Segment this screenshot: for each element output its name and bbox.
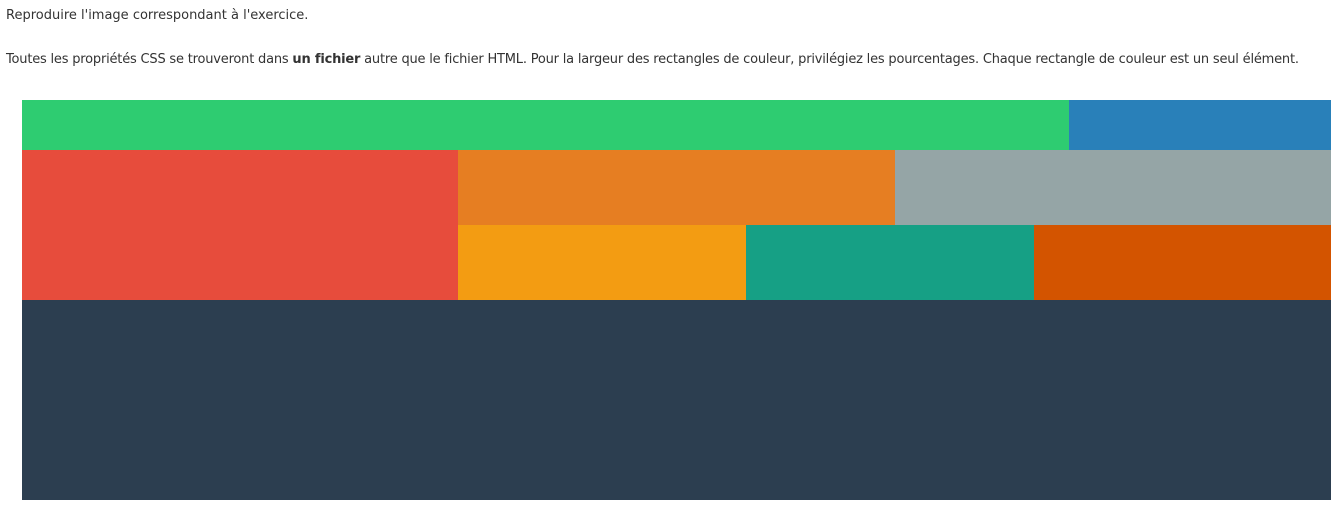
rect-gray: [895, 150, 1331, 225]
instructions-text: Toutes les propriétés CSS se trouveront …: [6, 51, 1299, 68]
intro-text: Reproduire l'image correspondant à l'exe…: [6, 8, 309, 23]
rect-navy: [22, 300, 1331, 500]
rect-yellow-orange: [458, 225, 746, 300]
rect-dark-orange: [1034, 225, 1331, 300]
color-rectangles-figure: [22, 100, 1331, 500]
rect-red: [22, 150, 458, 300]
rect-orange: [458, 150, 895, 225]
rect-blue: [1069, 100, 1331, 150]
rect-teal: [746, 225, 1034, 300]
instructions-part-1: Toutes les propriétés CSS se trouveront …: [6, 52, 293, 67]
instructions-part-2: autre que le fichier HTML. Pour la large…: [360, 52, 1299, 67]
rect-green: [22, 100, 1069, 150]
instructions-bold: un fichier: [292, 52, 361, 67]
